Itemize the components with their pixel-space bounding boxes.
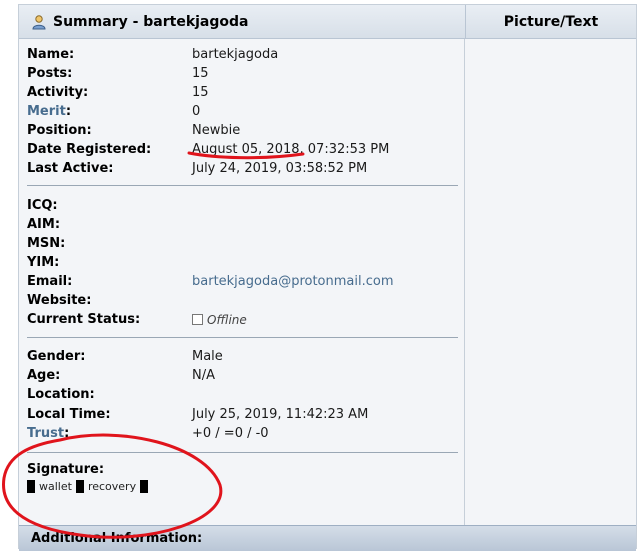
icq-row: ICQ: — [27, 196, 192, 215]
divider-1 — [27, 185, 458, 186]
icq-label: ICQ: — [27, 198, 58, 213]
website-label: Website: — [27, 293, 92, 308]
local-time-label: Local Time: — [27, 407, 111, 422]
merit-colon: : — [65, 104, 72, 119]
additional-info-bar: Additional Information: — [19, 525, 636, 551]
trust-label: Trust: — [27, 426, 192, 441]
merit-row: Merit: 0 — [27, 102, 200, 121]
summary-title: Summary - bartekjagoda — [53, 13, 249, 30]
posts-label: Posts: — [27, 66, 73, 81]
location-row: Location: — [27, 385, 192, 404]
merit-link[interactable]: Merit — [27, 104, 66, 119]
date-registered-label: Date Registered: — [27, 142, 152, 157]
current-status-label: Current Status: — [27, 312, 141, 327]
offline-status-icon — [192, 314, 203, 325]
trust-row: Trust: +0 / =0 / -0 — [27, 424, 269, 443]
name-label: Name: — [27, 47, 75, 62]
signature-word-recovery: recovery — [87, 480, 137, 493]
user-icon — [31, 14, 47, 30]
date-registered-value: August 05, 2018, 07:32:53 PM — [192, 142, 390, 157]
additional-info-title: Additional Information: — [31, 531, 203, 546]
profile-details: Name: bartekjagoda Posts: 15 Activity: 1… — [19, 39, 465, 525]
date-registered-row: Date Registered: August 05, 2018, 07:32:… — [27, 140, 389, 159]
activity-label: Activity: — [27, 85, 89, 100]
aim-row: AIM: — [27, 215, 192, 234]
location-label: Location: — [27, 387, 95, 402]
age-value: N/A — [192, 368, 215, 383]
merit-value: 0 — [192, 104, 201, 119]
last-active-label: Last Active: — [27, 161, 114, 176]
status-indicator: Offline — [192, 313, 247, 327]
email-label: Email: — [27, 274, 73, 289]
email-link[interactable]: bartekjagoda@protonmail.com — [192, 274, 394, 289]
email-row: Email: bartekjagoda@protonmail.com — [27, 272, 394, 291]
gender-value: Male — [192, 349, 223, 364]
activity-value: 15 — [192, 85, 209, 100]
gender-row: Gender: Male — [27, 347, 223, 366]
picture-text-panel — [466, 39, 636, 525]
msn-row: MSN: — [27, 234, 192, 253]
last-active-value: July 24, 2019, 03:58:52 PM — [192, 161, 368, 176]
local-time-row: Local Time: July 25, 2019, 11:42:23 AM — [27, 405, 368, 424]
yim-row: YIM: — [27, 253, 192, 272]
age-label: Age: — [27, 368, 61, 383]
posts-value: 15 — [192, 66, 209, 81]
name-value: bartekjagoda — [192, 47, 279, 62]
merit-label: Merit: — [27, 104, 192, 119]
last-active-row: Last Active: July 24, 2019, 03:58:52 PM — [27, 159, 367, 178]
activity-row: Activity: 15 — [27, 83, 209, 102]
signature-content: wallet recovery — [27, 480, 152, 493]
posts-row: Posts: 15 — [27, 64, 209, 83]
name-row: Name: bartekjagoda — [27, 45, 278, 64]
age-row: Age: N/A — [27, 366, 215, 385]
signature-word-wallet: wallet — [39, 480, 72, 493]
trust-colon: : — [64, 426, 70, 441]
trust-value: +0 / =0 / -0 — [192, 426, 269, 441]
profile-frame: Summary - bartekjagoda Picture/Text Name… — [18, 4, 637, 551]
header-bar: Summary - bartekjagoda Picture/Text — [19, 5, 636, 39]
msn-label: MSN: — [27, 236, 66, 251]
divider-3 — [27, 452, 458, 453]
current-status-row: Current Status: Offline — [27, 310, 247, 329]
status-value: Offline — [207, 312, 247, 327]
redacted-block — [27, 480, 35, 493]
trust-link[interactable]: Trust — [27, 426, 64, 441]
aim-label: AIM: — [27, 217, 61, 232]
website-row: Website: — [27, 291, 192, 310]
local-time-value: July 25, 2019, 11:42:23 AM — [192, 407, 369, 422]
redacted-block — [140, 480, 149, 493]
summary-header: Summary - bartekjagoda — [19, 5, 466, 38]
position-value: Newbie — [192, 123, 241, 138]
picture-text-header: Picture/Text — [503, 13, 599, 30]
position-label: Position: — [27, 123, 92, 138]
position-row: Position: Newbie — [27, 121, 240, 140]
redacted-block — [75, 480, 84, 493]
divider-2 — [27, 337, 458, 338]
yim-label: YIM: — [27, 255, 60, 270]
signature-label: Signature: — [27, 462, 105, 477]
gender-label: Gender: — [27, 349, 86, 364]
